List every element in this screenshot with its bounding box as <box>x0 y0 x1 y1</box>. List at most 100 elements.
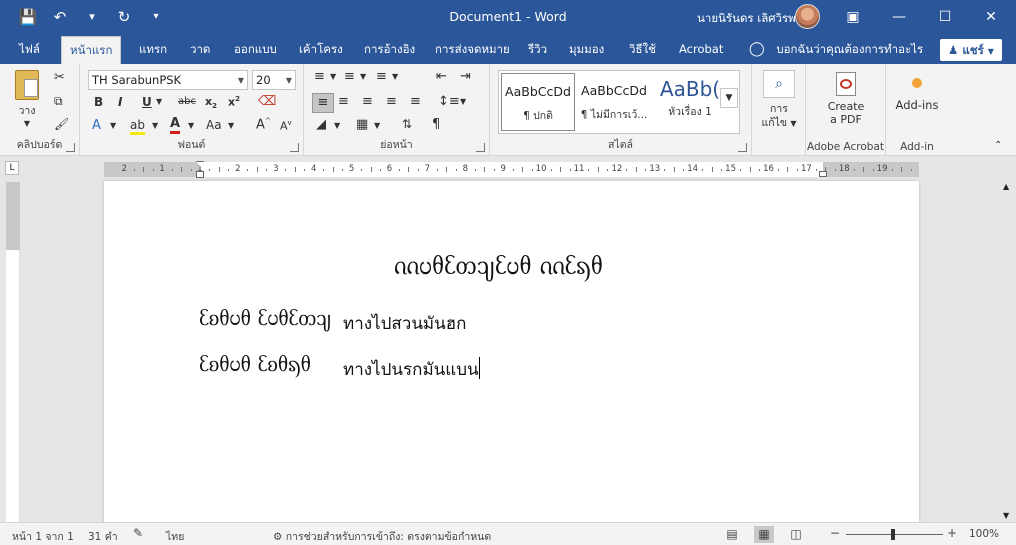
decrease-indent-icon[interactable]: ⇤ <box>436 69 447 84</box>
chevron-down-icon[interactable]: ▼ <box>110 121 116 130</box>
tab-view[interactable]: มุมมอง <box>569 34 604 64</box>
document-page[interactable]: ᦶᦢᦲᦷᦎᦻᦷᦢᦲ ᦶᦷᦣᦲ ᦷᦈᦲᦢᦲ ᦷᦢᦲᦷᦎᦻ ทางไปสวนมันฮ… <box>104 181 919 526</box>
change-case-icon[interactable]: Aa <box>206 118 222 132</box>
bold-icon[interactable]: B <box>94 95 103 109</box>
tab-references[interactable]: การอ้างอิง <box>364 34 415 64</box>
chevron-down-icon[interactable]: ▼ <box>392 72 398 81</box>
style-no-spacing[interactable]: AaBbCcDd ¶ ไม่มีการเว้... <box>577 73 651 131</box>
accessibility-checker[interactable]: ⚙ การช่วยสำหรับการเข้าถึง: ตรงตามข้อกำหน… <box>273 528 491 545</box>
word-count[interactable]: 31 คำ <box>88 528 118 545</box>
increase-indent-icon[interactable]: ⇥ <box>460 69 471 84</box>
align-right-icon[interactable]: ≡ <box>362 94 373 109</box>
chevron-down-icon[interactable]: ▼ <box>228 121 234 130</box>
chevron-down-icon[interactable]: ▼ <box>360 72 366 81</box>
borders-icon[interactable]: ▦ <box>356 117 368 132</box>
tab-draw[interactable]: วาด <box>190 34 210 64</box>
dialog-launcher-icon[interactable] <box>476 143 485 152</box>
chevron-down-icon[interactable]: ▼ <box>330 72 336 81</box>
tab-design[interactable]: ออกแบบ <box>234 34 277 64</box>
user-name[interactable]: นายนิรันดร เลิศวิรพล <box>697 10 803 28</box>
italic-icon[interactable]: I <box>118 95 122 109</box>
right-indent-marker[interactable] <box>819 171 827 177</box>
ribbon-display-options-icon[interactable]: ▣ <box>830 0 876 34</box>
grow-font-icon[interactable]: A^ <box>256 117 271 132</box>
share-button[interactable]: ♟ แชร์ ▼ <box>940 39 1002 61</box>
zoom-out-icon[interactable]: − <box>830 526 840 540</box>
bullets-icon[interactable]: ≡ <box>314 69 325 84</box>
chevron-down-icon[interactable]: ▼ <box>152 121 158 130</box>
tab-home[interactable]: หน้าแรก <box>61 36 122 64</box>
tab-review[interactable]: รีวิว <box>528 34 547 64</box>
numbering-icon[interactable]: ≡ <box>344 69 355 84</box>
chevron-down-icon[interactable]: ▼ <box>460 97 466 106</box>
horizontal-ruler[interactable]: 2 1 1 2 3 4 5 6 7 8 9 10 11 12 13 14 15 16 17 18 19 <box>104 161 919 178</box>
font-size-select[interactable]: 20 ▼ <box>252 70 296 90</box>
paste-button[interactable]: วาง ▼ <box>12 70 42 128</box>
scroll-up-icon[interactable]: ▲ <box>1003 182 1009 191</box>
close-icon[interactable]: ✕ <box>968 0 1014 34</box>
focus-mode-icon[interactable]: ▤ <box>722 526 742 543</box>
language-indicator[interactable]: ไทย <box>166 528 184 545</box>
chevron-down-icon[interactable]: ▼ <box>156 97 162 106</box>
font-name-select[interactable]: TH SarabunPSK ▼ <box>88 70 248 90</box>
show-formatting-marks-icon[interactable]: ¶ <box>432 117 440 132</box>
scroll-down-icon[interactable]: ▼ <box>1003 511 1009 520</box>
maximize-icon[interactable]: ☐ <box>922 0 968 34</box>
chevron-down-icon[interactable]: ▼ <box>334 121 340 130</box>
ruler-tick <box>635 167 637 172</box>
editing-button[interactable]: การ แก้ไข ▼ <box>760 102 798 131</box>
text-effects-icon[interactable]: A <box>92 118 101 133</box>
chevron-down-icon[interactable]: ▼ <box>374 121 380 130</box>
zoom-level[interactable]: 100% <box>969 528 999 540</box>
page-count[interactable]: หน้า 1 จาก 1 <box>12 528 74 545</box>
zoom-in-icon[interactable]: + <box>947 526 957 540</box>
font-color-icon[interactable]: A <box>170 117 181 134</box>
strikethrough-icon[interactable]: abc <box>178 96 196 107</box>
proofing-icon[interactable]: ✎ <box>133 526 143 540</box>
hanging-indent-marker[interactable] <box>196 171 204 178</box>
vertical-scrollbar[interactable]: ▲ ▼ <box>999 180 1016 522</box>
tab-selector-icon[interactable]: L <box>5 161 19 175</box>
highlight-icon[interactable]: ab <box>130 118 145 135</box>
style-heading-1[interactable]: AaBb( หัวเรื่อง 1 <box>653 73 727 131</box>
style-normal[interactable]: AaBbCcDd ¶ ปกติ <box>501 73 575 131</box>
add-ins-button[interactable]: Add-ins <box>890 78 944 112</box>
copy-icon[interactable]: ⧉ <box>54 94 63 109</box>
format-painter-icon[interactable]: 🖌 <box>54 117 69 131</box>
collapse-ribbon-icon[interactable]: ⌃ <box>994 140 1002 151</box>
tell-me-search[interactable]: ◯ บอกฉันว่าคุณต้องการทำอะไร <box>749 34 923 64</box>
dialog-launcher-icon[interactable] <box>290 143 299 152</box>
tab-mailings[interactable]: การส่งจดหมาย <box>435 34 510 64</box>
tab-help[interactable]: วิธีใช้ <box>629 34 656 64</box>
vertical-ruler[interactable] <box>6 182 20 522</box>
minimize-icon[interactable]: — <box>876 0 922 34</box>
create-pdf-button[interactable]: Create a PDF <box>822 72 870 126</box>
superscript-icon[interactable]: x2 <box>228 95 240 109</box>
tab-file[interactable]: ไฟล์ <box>19 34 40 64</box>
justify-icon[interactable]: ≡ <box>386 94 397 109</box>
line-spacing-icon[interactable]: ↕≡ <box>438 94 460 109</box>
sort-icon[interactable]: ⇅ <box>402 117 412 131</box>
shrink-font-icon[interactable]: Av <box>280 119 292 133</box>
align-left-icon[interactable]: ≡ <box>312 93 334 113</box>
tab-insert[interactable]: แทรก <box>139 34 167 64</box>
tab-layout[interactable]: เค้าโครง <box>299 34 343 64</box>
print-layout-icon[interactable]: ▦ <box>754 526 774 543</box>
styles-more-icon[interactable]: ▼ <box>720 88 738 108</box>
shading-icon[interactable]: ◢ <box>316 117 326 132</box>
tab-acrobat[interactable]: Acrobat <box>679 34 723 64</box>
align-center-icon[interactable]: ≡ <box>338 94 349 109</box>
avatar[interactable] <box>795 4 820 29</box>
distributed-icon[interactable]: ≡ <box>410 94 421 109</box>
clear-formatting-icon[interactable]: ⌫ <box>258 94 276 109</box>
dialog-launcher-icon[interactable] <box>66 143 75 152</box>
multilevel-list-icon[interactable]: ≡ <box>376 69 387 84</box>
subscript-icon[interactable]: x2 <box>205 95 217 110</box>
cut-icon[interactable]: ✂ <box>54 70 65 85</box>
web-layout-icon[interactable]: ◫ <box>786 526 806 543</box>
chevron-down-icon[interactable]: ▼ <box>188 121 194 130</box>
zoom-slider-thumb[interactable] <box>891 529 895 540</box>
search-icon[interactable]: ⌕ <box>763 70 795 98</box>
underline-icon[interactable]: U <box>142 95 152 109</box>
dialog-launcher-icon[interactable] <box>738 143 747 152</box>
